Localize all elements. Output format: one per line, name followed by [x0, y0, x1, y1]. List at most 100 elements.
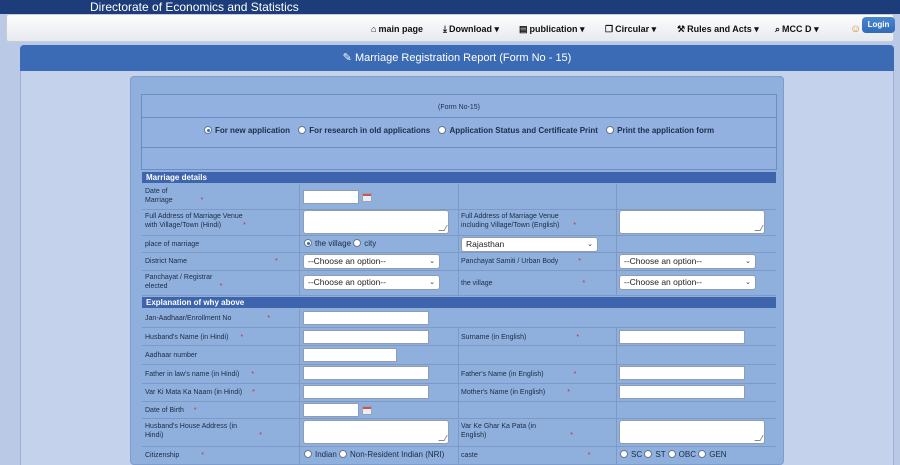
- var-ki-mata-input[interactable]: [303, 385, 429, 399]
- radio-icon[interactable]: [698, 450, 707, 458]
- state-select[interactable]: Rajasthan ⌄: [461, 237, 598, 252]
- husband-name-input[interactable]: [303, 330, 429, 344]
- var-ki-mata-label: Var Ki Mata Ka Naam (in Hindi) *: [145, 388, 255, 397]
- label-line: Full Address of Marriage Venue: [461, 213, 559, 220]
- radio-icon[interactable]: [644, 450, 653, 458]
- label-line: elected: [145, 283, 168, 290]
- mode-new-application[interactable]: For new application: [203, 126, 290, 135]
- calendar-icon[interactable]: [362, 193, 372, 202]
- radio-selected-icon[interactable]: [304, 239, 312, 247]
- citizenship-indian-option[interactable]: Indian: [304, 450, 337, 459]
- place-village-option[interactable]: the village: [304, 239, 351, 248]
- required-mark: *: [573, 222, 577, 229]
- required-mark: *: [573, 371, 577, 378]
- required-mark: *: [240, 334, 244, 341]
- panel-title: Marriage Registration Report (Form No - …: [354, 52, 572, 64]
- radio-icon[interactable]: [606, 126, 615, 134]
- required-mark: *: [193, 407, 197, 414]
- radio-icon[interactable]: [339, 450, 348, 458]
- chevron-down-icon: ▾: [754, 24, 759, 34]
- caste-gen-option[interactable]: GEN: [698, 450, 727, 459]
- col-divider: [299, 184, 300, 295]
- date-of-birth-input[interactable]: [303, 403, 359, 417]
- mode-research-old[interactable]: For research in old applications: [298, 126, 430, 135]
- date-of-marriage-input[interactable]: [303, 190, 359, 204]
- radio-icon[interactable]: [667, 450, 676, 458]
- label-line: Panchayat / Registrar: [145, 274, 213, 281]
- radio-icon[interactable]: [304, 450, 312, 458]
- mode-status-print[interactable]: Application Status and Certificate Print: [438, 126, 598, 135]
- aadhaar-number-input[interactable]: [303, 348, 397, 362]
- nav-publication[interactable]: ▤ publication ▾: [519, 23, 585, 35]
- row-divider: [142, 418, 776, 419]
- radio-icon[interactable]: [353, 239, 362, 247]
- edit-icon: ✎: [342, 52, 352, 64]
- nav-mcc-d[interactable]: ⌕ MCC D ▾: [775, 23, 819, 35]
- mode-print-form[interactable]: Print the application form: [606, 126, 714, 135]
- select-value: --Choose an option--: [308, 277, 386, 287]
- place-city-option[interactable]: city: [353, 239, 376, 248]
- nav-main-page[interactable]: ⌂ main page: [371, 23, 423, 35]
- nav-download[interactable]: ⤓ Download ▾: [443, 23, 499, 35]
- village-select[interactable]: --Choose an option-- ⌄: [619, 275, 756, 290]
- venue-hindi-textarea[interactable]: [303, 210, 449, 234]
- copy-icon: ❐: [605, 24, 614, 34]
- nav-rules-and-acts[interactable]: ⚒ Rules and Acts ▾: [677, 23, 759, 35]
- row-divider: [142, 401, 776, 402]
- caste-st-option[interactable]: ST: [644, 450, 665, 459]
- col-divider: [616, 327, 617, 465]
- label-line: Full Address of Marriage Venue: [145, 213, 243, 220]
- father-name-input[interactable]: [619, 366, 745, 380]
- panchayat-registrar-label: Panchayat / Registrar elected *: [145, 273, 222, 291]
- chevron-down-icon: ⌄: [745, 279, 751, 286]
- surname-input[interactable]: [619, 330, 745, 344]
- father-in-law-label: Father in law's name (in Hindi) *: [145, 370, 254, 379]
- radio-icon[interactable]: [298, 126, 307, 134]
- option-label: Non-Resident Indian (NRI): [350, 450, 445, 459]
- father-in-law-input[interactable]: [303, 366, 429, 380]
- label-line: Panchayat Samiti / Urban Body: [461, 258, 559, 265]
- citizenship-nri-option[interactable]: Non-Resident Indian (NRI): [339, 450, 444, 459]
- label-line: Date of: [145, 188, 168, 195]
- district-name-label: District Name *: [145, 257, 278, 266]
- nav-main-page-label: main page: [378, 24, 423, 34]
- panchayat-registrar-select[interactable]: --Choose an option-- ⌄: [303, 275, 440, 290]
- radio-icon[interactable]: [620, 450, 628, 458]
- select-value: --Choose an option--: [624, 256, 702, 266]
- mother-name-input[interactable]: [619, 385, 745, 399]
- panchayat-samiti-select[interactable]: --Choose an option-- ⌄: [619, 254, 756, 269]
- chevron-down-icon: ▾: [651, 24, 657, 34]
- login-button[interactable]: Login: [862, 17, 895, 33]
- caste-obc-option[interactable]: OBC: [667, 450, 696, 459]
- nav-circular[interactable]: ❐ Circular ▾: [605, 23, 656, 35]
- place-of-marriage-label: place of marriage: [145, 241, 200, 248]
- chevron-down-icon: ▾: [494, 24, 500, 34]
- section-marriage-details: Marriage details: [142, 172, 776, 183]
- row-divider: [142, 345, 776, 346]
- the-village-label: the village *: [461, 279, 585, 288]
- label-line: Mother's Name (in English): [461, 389, 546, 396]
- radio-icon[interactable]: [438, 126, 447, 134]
- var-ke-ghar-textarea[interactable]: [619, 420, 765, 444]
- nav-publication-label: publication: [529, 24, 578, 34]
- jan-aadhaar-input[interactable]: [303, 311, 429, 325]
- divider: [142, 117, 776, 118]
- option-label: ST: [655, 450, 666, 459]
- required-mark: *: [243, 222, 246, 229]
- option-label: Indian: [315, 450, 337, 459]
- option-label: city: [364, 239, 377, 248]
- venue-english-textarea[interactable]: [619, 210, 765, 234]
- section-explanation: Explanation of why above: [142, 297, 776, 308]
- husband-address-textarea[interactable]: [303, 420, 449, 444]
- district-select[interactable]: --Choose an option-- ⌄: [303, 254, 440, 269]
- label-line: Husband's Name (in Hindi): [145, 334, 229, 341]
- row-divider: [142, 446, 776, 447]
- radio-selected-icon[interactable]: [203, 126, 212, 134]
- download-icon: ⤓: [443, 24, 447, 34]
- search-icon: ⌕: [775, 24, 781, 34]
- nav-rules-label: Rules and Acts: [687, 24, 752, 34]
- calendar-icon[interactable]: [362, 406, 372, 415]
- caste-sc-option[interactable]: SC: [620, 450, 642, 459]
- mode-label: For research in old applications: [309, 126, 431, 135]
- label-line: caste: [461, 452, 478, 459]
